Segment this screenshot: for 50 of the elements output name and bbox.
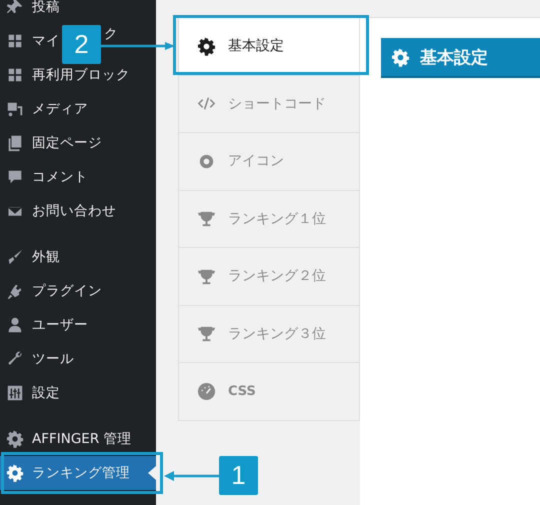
gear-icon [197,36,216,56]
current-indicator [148,466,156,480]
gear-icon [391,48,410,66]
menu-label: 投稿 [32,0,60,16]
sidebar-item[interactable]: コメント [0,160,156,194]
sidebar-item[interactable]: ツール [0,342,156,376]
arrow [164,470,220,482]
menu-icon [6,100,24,118]
menu-label: ランキング管理 [32,464,130,482]
callout-badge: 2 [62,25,101,64]
sidebar-item[interactable]: 設定 [0,376,156,410]
menu-icon [6,0,24,16]
menu-label: 外観 [32,248,60,266]
sidebar-item[interactable]: プラグイン [0,274,156,308]
menu-icon [6,248,24,266]
gauge-icon [197,382,216,401]
sidebar-item[interactable]: 固定ページ [0,126,156,160]
menu-icon [6,430,24,448]
menu-icon [6,32,24,50]
heading-text: 基本設定 [420,46,488,68]
sidebar-item[interactable]: メディア [0,92,156,126]
menu-icon [6,282,24,300]
menu-icon [6,134,24,152]
menu-label: ツール [32,350,74,368]
menu-label: プラグイン [32,282,102,300]
menu-label[interactable]: マイ [32,32,60,50]
menu-label: 設定 [32,384,60,402]
trophy-icon [197,324,216,344]
sidebar-item[interactable]: 外観 [0,240,156,274]
menu-icon [6,384,24,402]
menu-label: AFFINGER 管理 [32,430,132,448]
menu-label: お問い合わせ [32,202,116,220]
menu-icon [6,168,24,186]
menu-label: 固定ページ [32,134,102,152]
menu-label: ユーザー [32,316,88,334]
menu-label: 再利用ブロック [32,66,130,84]
settings-tab[interactable]: 基本設定 [179,17,359,74]
menu-label: メディア [32,100,88,118]
menu-icon [6,464,24,482]
sidebar-item[interactable]: ユーザー [0,308,156,342]
trophy-icon [197,209,216,228]
menu-label: コメント [32,168,88,186]
callout-badge: 1 [219,456,258,495]
sidebar-item[interactable]: AFFINGER 管理 [0,422,156,456]
menu-label[interactable]: ク [104,28,118,40]
sidebar-item[interactable]: 投稿 [0,0,156,24]
menu-icon [6,66,24,84]
sidebar-item[interactable]: ランキング管理 [0,456,156,490]
sidebar-item[interactable]: お問い合わせ [0,194,156,228]
menu-icon [6,316,24,334]
